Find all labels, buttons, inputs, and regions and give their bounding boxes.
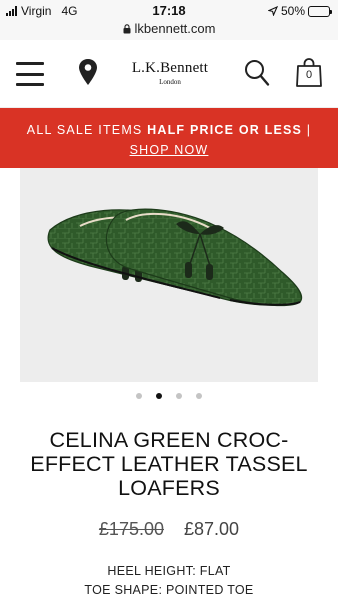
- carousel-dot-4[interactable]: [196, 393, 202, 399]
- site-header: L.K.Bennett London 0: [0, 40, 338, 108]
- carousel-dots: [0, 393, 338, 399]
- battery-percent: 50%: [280, 4, 305, 18]
- promo-banner: ALL SALE ITEMS HALF PRICE OR LESS | SHOP…: [0, 108, 338, 168]
- menu-icon[interactable]: [16, 62, 44, 86]
- store-locator-icon[interactable]: [78, 58, 98, 86]
- shopping-bag-button[interactable]: 0: [296, 57, 322, 87]
- carousel-dot-2[interactable]: [156, 393, 162, 399]
- logo-sub: London: [159, 78, 181, 86]
- shop-now-link[interactable]: SHOP NOW: [130, 140, 209, 160]
- battery-icon: [308, 5, 332, 17]
- carousel-dot-3[interactable]: [176, 393, 182, 399]
- promo-prefix: ALL SALE ITEMS: [26, 123, 148, 137]
- brand-logo[interactable]: L.K.Bennett London: [125, 60, 215, 86]
- search-icon[interactable]: [244, 59, 270, 87]
- address-bar[interactable]: lkbennett.com: [0, 21, 338, 36]
- location-arrow-icon: [267, 6, 278, 16]
- bag-count: 0: [305, 69, 313, 81]
- status-right: 50%: [267, 4, 332, 18]
- url-text: lkbennett.com: [134, 21, 216, 36]
- heel-height-spec: HEEL HEIGHT: FLAT: [107, 564, 231, 578]
- price-block: £175.00 £87.00: [0, 519, 338, 540]
- promo-line: ALL SALE ITEMS HALF PRICE OR LESS |: [0, 120, 338, 140]
- original-price: £175.00: [98, 519, 164, 539]
- status-bar: Virgin 4G 17:18 50% lkbennett.com: [0, 0, 338, 40]
- product-image[interactable]: [20, 168, 318, 382]
- loafers-illustration: [47, 208, 303, 307]
- toe-shape-spec: TOE SHAPE: POINTED TOE: [84, 583, 254, 597]
- logo-name: L.K.Bennett: [131, 60, 209, 76]
- promo-highlight: HALF PRICE OR LESS: [147, 123, 303, 137]
- product-title: CELINA GREEN CROC-EFFECT LEATHER TASSEL …: [30, 428, 308, 500]
- sale-price: £87.00: [184, 519, 240, 539]
- promo-separator: |: [302, 123, 312, 137]
- carousel-dot-1[interactable]: [136, 393, 142, 399]
- lock-icon: [123, 23, 131, 33]
- product-specs: HEEL HEIGHT: FLAT TOE SHAPE: POINTED TOE: [0, 562, 338, 600]
